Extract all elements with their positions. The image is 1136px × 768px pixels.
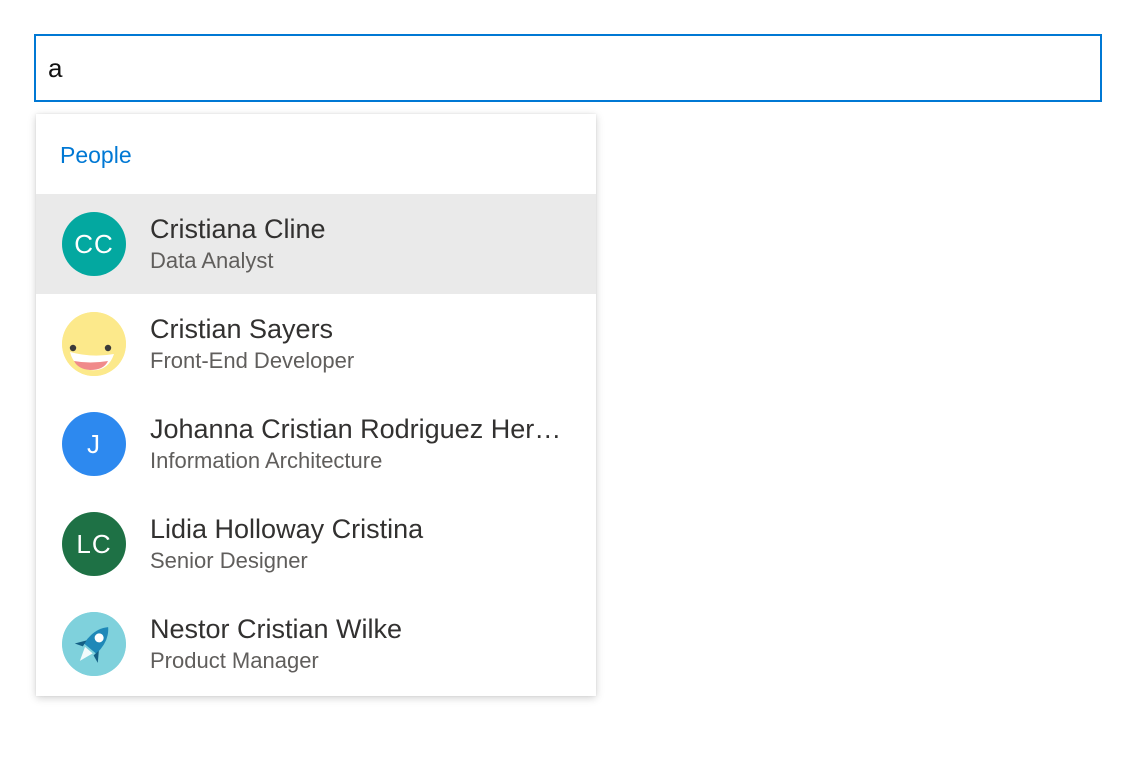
rocket-icon [62, 612, 126, 676]
suggestions-section-header: People [60, 142, 132, 168]
person-name: Cristiana Cline [150, 214, 326, 244]
avatar-initials: LC [76, 528, 112, 559]
avatar: J [62, 412, 126, 476]
person-name: Cristian Sayers [150, 314, 334, 344]
avatar: LC [62, 512, 126, 576]
suggestion-item[interactable]: LC Lidia Holloway Cristina Senior Design… [36, 494, 596, 594]
person-name: Johanna Cristian Rodriguez Hern… [150, 414, 574, 444]
suggestions-dropdown: People CC Cristiana Cline Data Analyst C… [36, 114, 596, 696]
person-role: Front-End Developer [150, 348, 355, 373]
person-role: Data Analyst [150, 248, 274, 273]
avatar-initials: J [87, 428, 101, 459]
laughing-face-icon [62, 312, 126, 376]
people-search-input[interactable] [36, 36, 1100, 100]
suggestion-item[interactable]: J Johanna Cristian Rodriguez Hern… Infor… [36, 394, 596, 494]
person-name: Nestor Cristian Wilke [150, 614, 403, 644]
person-name: Lidia Holloway Cristina [150, 514, 424, 544]
suggestion-item[interactable]: CC Cristiana Cline Data Analyst [36, 194, 596, 294]
suggestion-item[interactable]: Cristian Sayers Front-End Developer [36, 294, 596, 394]
avatar-initials: CC [74, 228, 114, 259]
avatar: CC [62, 212, 126, 276]
people-picker-input-box[interactable] [34, 34, 1102, 102]
person-role: Product Manager [150, 648, 319, 673]
person-role: Senior Designer [150, 548, 308, 573]
person-role: Information Architecture [150, 448, 383, 473]
suggestion-item[interactable]: Nestor Cristian Wilke Product Manager [36, 594, 596, 694]
